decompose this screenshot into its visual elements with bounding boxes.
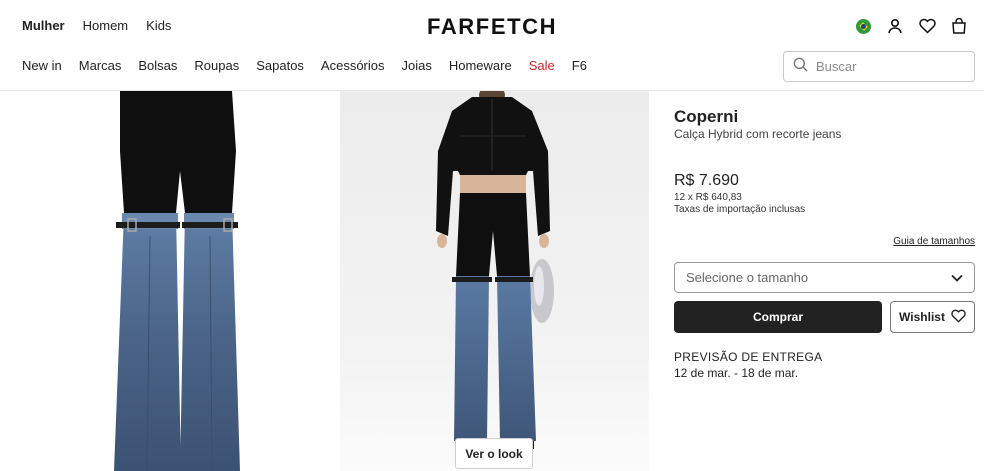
farfetch-logo[interactable]: FARFETCH xyxy=(427,14,557,40)
product-image-front[interactable] xyxy=(0,91,340,471)
header-icons xyxy=(854,17,968,35)
size-guide-link[interactable]: Guia de tamanhos xyxy=(893,236,975,247)
heart-icon xyxy=(951,309,966,326)
installments-text: 12 x R$ 640,83 xyxy=(674,192,742,203)
gender-tab-kids[interactable]: Kids xyxy=(146,18,171,33)
nav-item-homeware[interactable]: Homeware xyxy=(449,58,512,73)
wishlist-label: Wishlist xyxy=(899,310,945,324)
search-box[interactable] xyxy=(783,51,975,82)
size-select[interactable]: Selecione o tamanho xyxy=(674,262,975,293)
brazil-flag-icon[interactable] xyxy=(854,17,872,35)
delivery-estimate-title: PREVISÃO DE ENTREGA xyxy=(674,350,823,364)
nav-item-sale[interactable]: Sale xyxy=(529,58,555,73)
gender-tab-homem[interactable]: Homem xyxy=(83,18,129,33)
delivery-estimate-dates: 12 de mar. - 18 de mar. xyxy=(674,366,799,380)
product-name: Calça Hybrid com recorte jeans xyxy=(674,127,842,141)
nav-item-marcas[interactable]: Marcas xyxy=(79,58,122,73)
nav-item-f6[interactable]: F6 xyxy=(572,58,587,73)
nav-item-new-in[interactable]: New in xyxy=(22,58,62,73)
nav-item-roupas[interactable]: Roupas xyxy=(194,58,239,73)
site-header: Mulher Homem Kids FARFETCH New in Marcas… xyxy=(0,0,984,91)
gender-tab-mulher[interactable]: Mulher xyxy=(22,18,65,33)
nav-item-joias[interactable]: Joias xyxy=(402,58,432,73)
gender-tabs: Mulher Homem Kids xyxy=(22,18,189,33)
search-icon xyxy=(793,57,808,77)
view-look-button[interactable]: Ver o look xyxy=(455,438,533,469)
product-image-model[interactable] xyxy=(340,91,649,471)
size-select-label: Selecione o tamanho xyxy=(686,270,809,285)
product-price: R$ 7.690 xyxy=(674,172,739,189)
nav-item-acessorios[interactable]: Acessórios xyxy=(321,58,385,73)
nav-item-bolsas[interactable]: Bolsas xyxy=(138,58,177,73)
category-nav: New in Marcas Bolsas Roupas Sapatos Aces… xyxy=(22,58,604,73)
product-brand[interactable]: Coperni xyxy=(674,107,738,127)
buy-button[interactable]: Comprar xyxy=(674,301,882,333)
search-input[interactable] xyxy=(816,59,966,74)
import-taxes-text: Taxas de importação inclusas xyxy=(674,204,806,215)
chevron-down-icon xyxy=(951,270,963,285)
wishlist-button[interactable]: Wishlist xyxy=(890,301,975,333)
heart-icon[interactable] xyxy=(918,17,936,35)
account-icon[interactable] xyxy=(886,17,904,35)
bag-icon[interactable] xyxy=(950,17,968,35)
nav-item-sapatos[interactable]: Sapatos xyxy=(256,58,304,73)
